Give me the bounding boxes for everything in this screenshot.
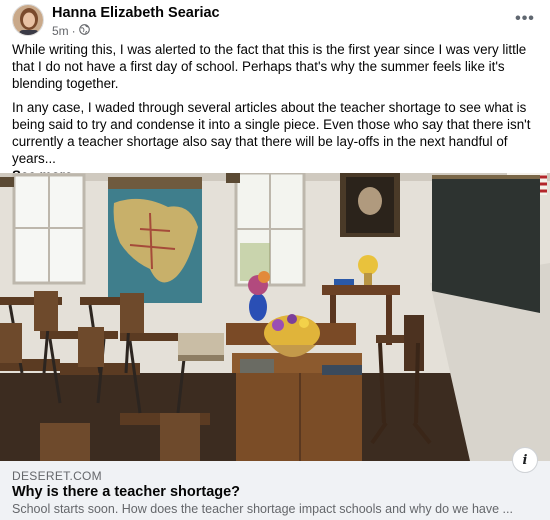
- post-timestamp[interactable]: 5m: [52, 24, 69, 38]
- facebook-post: Hanna Elizabeth Seariac 5m · ••• While w…: [0, 0, 550, 520]
- more-options-icon: •••: [515, 10, 535, 27]
- link-preview-image[interactable]: [0, 173, 550, 461]
- post-body: While writing this, I was alerted to the…: [12, 41, 540, 184]
- link-title[interactable]: Why is there a teacher shortage?: [12, 484, 240, 500]
- link-description: School starts soon. How does the teacher…: [12, 502, 513, 516]
- avatar-photo: [13, 5, 43, 35]
- author-name[interactable]: Hanna Elizabeth Seariac: [52, 5, 220, 21]
- info-button[interactable]: i: [512, 447, 538, 473]
- globe-icon: [78, 24, 90, 38]
- post-header: Hanna Elizabeth Seariac 5m · •••: [12, 4, 538, 40]
- more-options-button[interactable]: •••: [512, 8, 538, 30]
- meta-separator: ·: [71, 24, 76, 38]
- post-paragraph-1: While writing this, I was alerted to the…: [12, 42, 527, 91]
- post-paragraph-2: In any case, I waded through several art…: [12, 100, 531, 166]
- classroom-photo: [0, 173, 550, 461]
- post-meta: 5m ·: [52, 24, 90, 38]
- link-preview-info[interactable]: i DESERET.COM Why is there a teacher sho…: [0, 447, 550, 520]
- author-avatar[interactable]: [12, 4, 44, 36]
- link-domain: DESERET.COM: [12, 469, 102, 483]
